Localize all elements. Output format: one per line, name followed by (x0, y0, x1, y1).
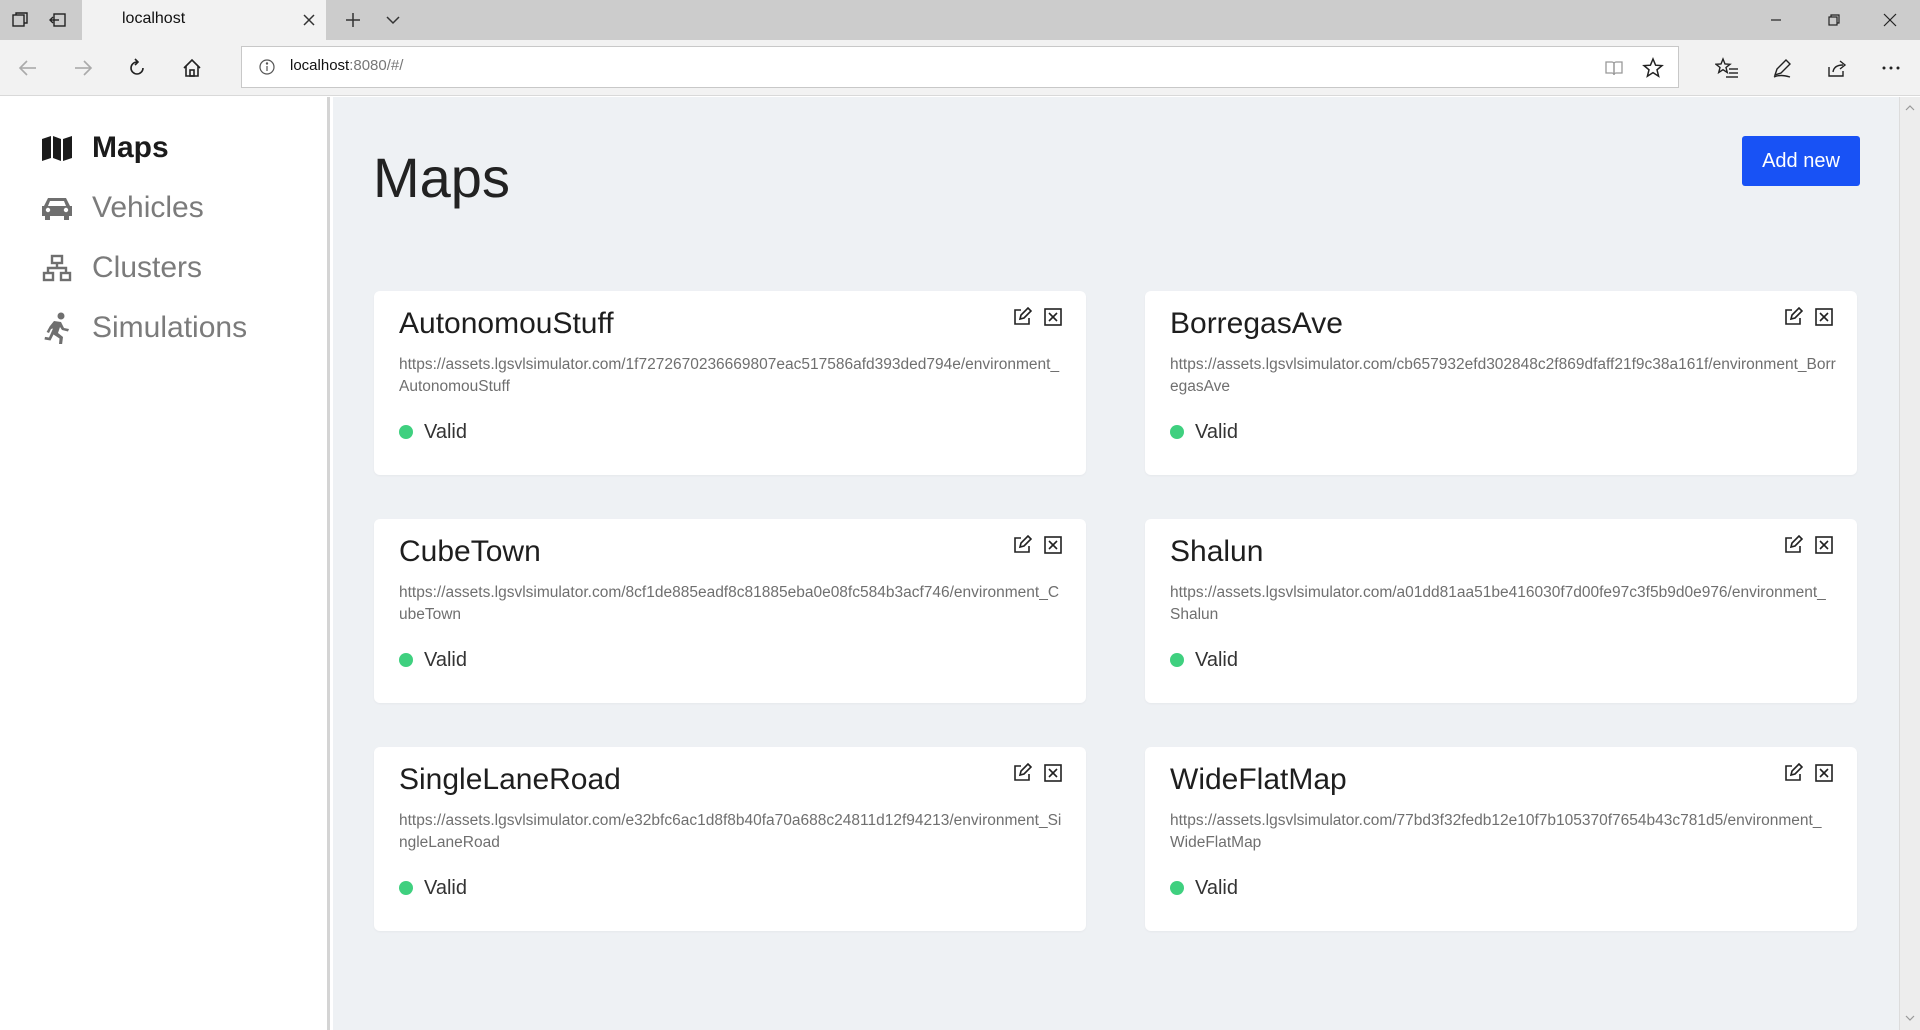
delete-icon[interactable] (1041, 533, 1065, 557)
delete-icon[interactable] (1812, 305, 1836, 329)
sidebar-item-simulations[interactable]: Simulations (40, 304, 247, 352)
scroll-up-icon[interactable] (1905, 103, 1915, 113)
site-info-icon[interactable] (258, 58, 276, 76)
map-card: CubeTown https://assets.lgsvlsimulator.c… (374, 519, 1086, 703)
status-dot-icon (1170, 881, 1184, 895)
restore-window-icon[interactable] (1806, 0, 1862, 40)
map-name: BorregasAve (1170, 307, 1343, 340)
map-card: SingleLaneRoad https://assets.lgsvlsimul… (374, 747, 1086, 931)
network-icon (40, 251, 74, 285)
edit-icon[interactable] (1781, 533, 1805, 557)
browser-nav-bar: localhost:8080/#/ (0, 40, 1920, 96)
map-icon (40, 131, 74, 165)
delete-icon[interactable] (1041, 305, 1065, 329)
map-url: https://assets.lgsvlsimulator.com/a01dd8… (1170, 584, 1826, 623)
status-label: Valid (1195, 648, 1238, 671)
status-dot-icon (399, 425, 413, 439)
main-content: Maps Add new AutonomouStuff https://asse… (333, 97, 1899, 1030)
delete-icon[interactable] (1041, 761, 1065, 785)
status-badge: Valid (399, 420, 467, 444)
running-icon (40, 311, 74, 345)
tabs-aside-icon[interactable] (8, 8, 32, 32)
more-menu-icon[interactable] (1877, 54, 1905, 82)
delete-icon[interactable] (1812, 761, 1836, 785)
notes-pen-icon[interactable] (1768, 54, 1796, 82)
map-name: AutonomouStuff (399, 307, 614, 340)
favorites-list-icon[interactable] (1713, 54, 1741, 82)
status-label: Valid (424, 648, 467, 671)
tab-list-chevron-icon[interactable] (381, 8, 405, 32)
status-label: Valid (1195, 876, 1238, 899)
sidebar-item-label: Simulations (92, 311, 248, 344)
map-card: BorregasAve https://assets.lgsvlsimulato… (1145, 291, 1857, 475)
sidebar: Maps Vehicles Clusters Simulations (0, 97, 330, 1030)
sidebar-item-label: Vehicles (92, 191, 204, 224)
status-label: Valid (424, 876, 467, 899)
car-icon (40, 191, 74, 225)
map-card: AutonomouStuff https://assets.lgsvlsimul… (374, 291, 1086, 475)
edit-icon[interactable] (1010, 533, 1034, 557)
status-dot-icon (1170, 425, 1184, 439)
delete-icon[interactable] (1812, 533, 1836, 557)
map-url: https://assets.lgsvlsimulator.com/77bd3f… (1170, 812, 1822, 851)
sidebar-item-maps[interactable]: Maps (40, 124, 169, 172)
sidebar-item-label: Maps (92, 131, 169, 164)
tab-title: localhost (122, 10, 186, 27)
back-icon[interactable] (14, 54, 42, 82)
sidebar-item-clusters[interactable]: Clusters (40, 244, 202, 292)
vertical-scrollbar[interactable] (1899, 97, 1920, 1030)
map-url: https://assets.lgsvlsimulator.com/8cf1de… (399, 584, 1060, 623)
map-card: WideFlatMap https://assets.lgsvlsimulato… (1145, 747, 1857, 931)
share-icon[interactable] (1823, 54, 1851, 82)
sidebar-item-vehicles[interactable]: Vehicles (40, 184, 204, 232)
status-dot-icon (399, 653, 413, 667)
map-url: https://assets.lgsvlsimulator.com/cb6579… (1170, 356, 1836, 395)
status-badge: Valid (1170, 420, 1238, 444)
map-url: https://assets.lgsvlsimulator.com/e32bfc… (399, 812, 1062, 851)
map-name: SingleLaneRoad (399, 763, 621, 796)
edit-icon[interactable] (1781, 305, 1805, 329)
status-label: Valid (424, 420, 467, 443)
browser-tab-bar: localhost (0, 0, 1920, 40)
edit-icon[interactable] (1781, 761, 1805, 785)
restore-tabs-icon[interactable] (46, 8, 70, 32)
edit-icon[interactable] (1010, 761, 1034, 785)
reading-view-icon[interactable] (1603, 57, 1625, 79)
status-dot-icon (399, 881, 413, 895)
tab-close-icon[interactable] (298, 9, 320, 31)
edit-icon[interactable] (1010, 305, 1034, 329)
status-badge: Valid (1170, 648, 1238, 672)
minimize-icon[interactable] (1748, 0, 1804, 40)
url-text: localhost:8080/#/ (290, 57, 404, 74)
status-label: Valid (1195, 420, 1238, 443)
status-badge: Valid (399, 876, 467, 900)
add-new-button[interactable]: Add new (1742, 136, 1860, 186)
map-card: Shalun https://assets.lgsvlsimulator.com… (1145, 519, 1857, 703)
map-name: WideFlatMap (1170, 763, 1347, 796)
map-url: https://assets.lgsvlsimulator.com/1f7272… (399, 356, 1060, 395)
sidebar-item-label: Clusters (92, 251, 203, 284)
favorite-star-icon[interactable] (1642, 57, 1664, 79)
status-badge: Valid (1170, 876, 1238, 900)
forward-icon[interactable] (69, 54, 97, 82)
map-name: CubeTown (399, 535, 541, 568)
close-window-icon[interactable] (1862, 0, 1918, 40)
map-name: Shalun (1170, 535, 1264, 568)
active-tab[interactable]: localhost (82, 0, 326, 40)
status-badge: Valid (399, 648, 467, 672)
refresh-icon[interactable] (123, 54, 151, 82)
scroll-down-icon[interactable] (1905, 1013, 1915, 1023)
new-tab-icon[interactable] (341, 8, 365, 32)
page-title: Maps (373, 146, 510, 209)
address-bar[interactable]: localhost:8080/#/ (241, 46, 1679, 88)
home-icon[interactable] (178, 54, 206, 82)
status-dot-icon (1170, 653, 1184, 667)
